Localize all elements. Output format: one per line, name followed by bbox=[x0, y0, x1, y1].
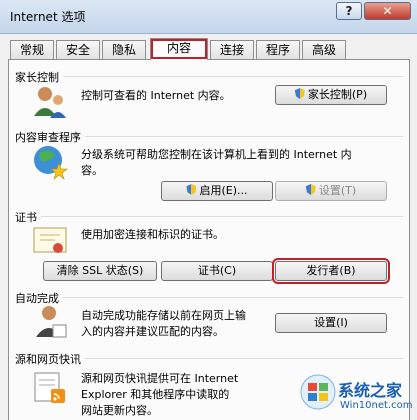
window-title: Internet 选项 bbox=[10, 10, 86, 24]
feeds-description-line-1: 源和网页快讯提供可在 Internet bbox=[81, 372, 239, 385]
autocomplete-icon bbox=[36, 306, 67, 338]
enable-advisor-button[interactable]: 启用(E)... bbox=[161, 181, 273, 201]
tab-connections[interactable]: 连接 bbox=[210, 40, 254, 59]
parental-controls-icon bbox=[34, 87, 66, 118]
enable-advisor-button-label: 启用(E)... bbox=[199, 184, 248, 197]
tab-bar: 常规 安全 隐私 内容 连接 程序 高级 bbox=[8, 38, 410, 60]
shield-icon bbox=[186, 184, 197, 195]
feeds-icon bbox=[34, 372, 65, 403]
tab-advanced[interactable]: 高级 bbox=[302, 40, 346, 59]
section-divider bbox=[15, 297, 403, 298]
tab-programs[interactable]: 程序 bbox=[256, 40, 300, 59]
publishers-button[interactable]: 发行者(B) bbox=[272, 258, 390, 284]
feeds-section-title: 源和网页快讯 bbox=[15, 351, 85, 367]
tab-security[interactable]: 安全 bbox=[56, 40, 100, 59]
tab-privacy[interactable]: 隐私 bbox=[102, 40, 146, 59]
certificate-icon bbox=[33, 227, 67, 253]
clear-ssl-state-button[interactable]: 清除 SSL 状态(S) bbox=[43, 261, 157, 281]
parental-controls-button-label: 家长控制(P) bbox=[307, 88, 368, 101]
feeds-description-line-3: 网站更新内容。 bbox=[81, 404, 158, 417]
watermark-url: Win10net.com bbox=[340, 400, 413, 411]
site-watermark: 系统之家 Win10net.com bbox=[300, 372, 417, 420]
section-divider bbox=[15, 216, 403, 217]
windows-logo-icon bbox=[300, 374, 336, 410]
content-panel: 家长控制 控制可查看的 Internet 内容。 家长控制(P) 内容审查程序 … bbox=[8, 59, 410, 420]
autocomplete-description-line-1: 自动完成功能存储以前在网页上输 bbox=[81, 309, 246, 322]
shield-icon bbox=[294, 88, 305, 99]
section-divider bbox=[15, 76, 403, 77]
parental-description: 控制可查看的 Internet 内容。 bbox=[81, 89, 231, 102]
certificates-description: 使用加密连接和标识的证书。 bbox=[81, 228, 224, 241]
parental-controls-button[interactable]: 家长控制(P) bbox=[275, 85, 387, 105]
close-button[interactable]: ✕ bbox=[364, 2, 411, 20]
autocomplete-description-line-2: 入的内容并建议匹配的内容。 bbox=[81, 325, 224, 338]
feeds-description-line-2: Explorer 和其他程序中读取的 bbox=[81, 388, 230, 401]
help-button[interactable]: ? bbox=[336, 2, 362, 20]
autocomplete-settings-button[interactable]: 设置(I) bbox=[275, 313, 387, 333]
advisor-settings-button[interactable]: 设置(T) bbox=[275, 181, 387, 201]
advisor-description-line-1: 分级系统可帮助您控制在该计算机上看到的 Internet 内 bbox=[81, 148, 352, 161]
advisor-description-line-2: 容。 bbox=[81, 164, 103, 177]
title-bar[interactable]: Internet 选项 ? ✕ bbox=[0, 0, 417, 34]
certificates-button[interactable]: 证书(C) bbox=[161, 261, 273, 281]
advisor-settings-button-label: 设置(T) bbox=[318, 184, 357, 197]
tab-content[interactable]: 内容 bbox=[150, 38, 208, 60]
shield-icon bbox=[305, 184, 316, 195]
globe-star-icon bbox=[34, 146, 68, 180]
watermark-title: 系统之家 bbox=[338, 381, 403, 400]
tab-general[interactable]: 常规 bbox=[10, 40, 54, 59]
